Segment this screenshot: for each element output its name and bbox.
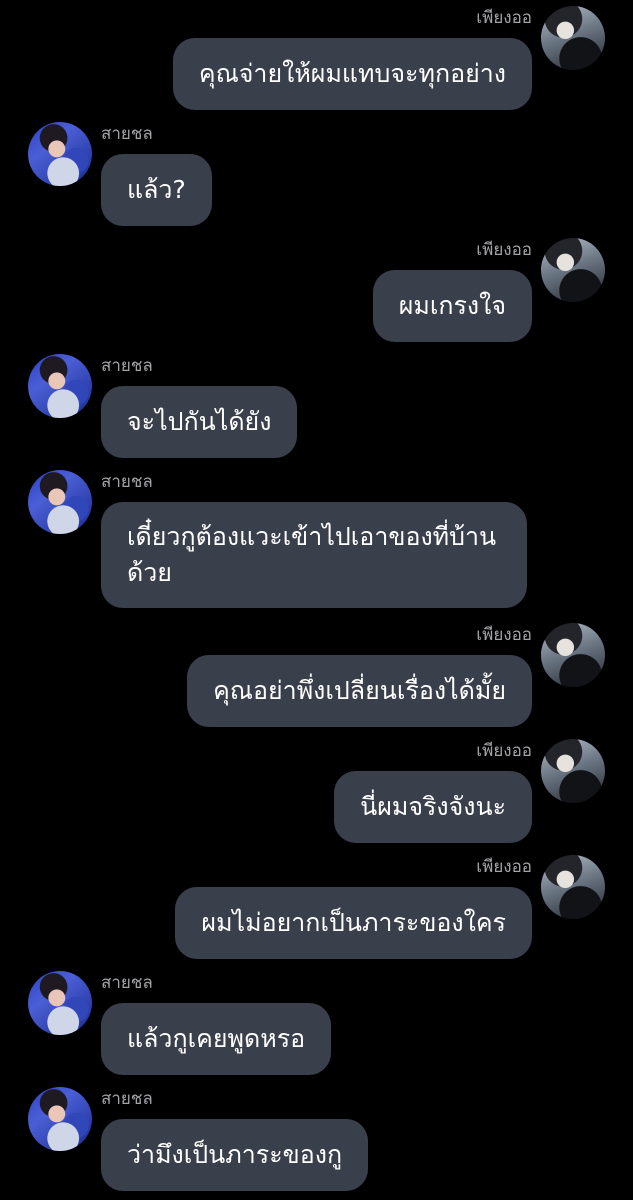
sender-name: เพียงออ bbox=[476, 8, 532, 28]
message-bubble[interactable]: แล้วกูเคยพูดหรอ bbox=[101, 1003, 332, 1075]
avatar[interactable] bbox=[28, 1087, 92, 1151]
sender-name: สายชล bbox=[101, 124, 153, 144]
message-bubble[interactable]: จะไปกันได้ยัง bbox=[101, 386, 298, 458]
message-bubble[interactable]: เดี๋ยวกูต้องแวะเข้าไปเอาของที่บ้านด้วย bbox=[101, 502, 527, 608]
sender-name: เพียงออ bbox=[476, 625, 532, 645]
avatar[interactable] bbox=[541, 238, 605, 302]
avatar[interactable] bbox=[28, 122, 92, 186]
avatar[interactable] bbox=[541, 855, 605, 919]
sender-name: เพียงออ bbox=[476, 857, 532, 877]
avatar[interactable] bbox=[541, 623, 605, 687]
message-bubble[interactable]: นี่ผมจริงจังนะ bbox=[334, 771, 532, 843]
sender-name: สายชล bbox=[101, 1089, 153, 1109]
sender-name: เพียงออ bbox=[476, 240, 532, 260]
sender-name: สายชล bbox=[101, 973, 153, 993]
avatar[interactable] bbox=[28, 470, 92, 534]
sender-name: สายชล bbox=[101, 472, 153, 492]
avatar[interactable] bbox=[541, 739, 605, 803]
sender-name: เพียงออ bbox=[476, 741, 532, 761]
avatar[interactable] bbox=[28, 971, 92, 1035]
message-bubble[interactable]: ผมเกรงใจ bbox=[372, 270, 532, 342]
sender-name: สายชล bbox=[101, 356, 153, 376]
message-bubble[interactable]: แล้ว? bbox=[101, 154, 212, 226]
message-bubble[interactable]: คุณจ่ายให้ผมแทบจะทุกอย่าง bbox=[172, 38, 532, 110]
message-bubble[interactable]: คุณอย่าพึ่งเปลี่ยนเรื่องได้มั้ย bbox=[187, 655, 532, 727]
message-bubble[interactable]: ผมไม่อยากเป็นภาระของใคร bbox=[175, 887, 532, 959]
avatar[interactable] bbox=[541, 6, 605, 70]
avatar[interactable] bbox=[28, 354, 92, 418]
message-bubble[interactable]: ว่ามึงเป็นภาระของกู bbox=[101, 1119, 369, 1191]
chat-thread: เพียงออ คุณจ่ายให้ผมแทบจะทุกอย่าง สายชล … bbox=[0, 0, 633, 1200]
